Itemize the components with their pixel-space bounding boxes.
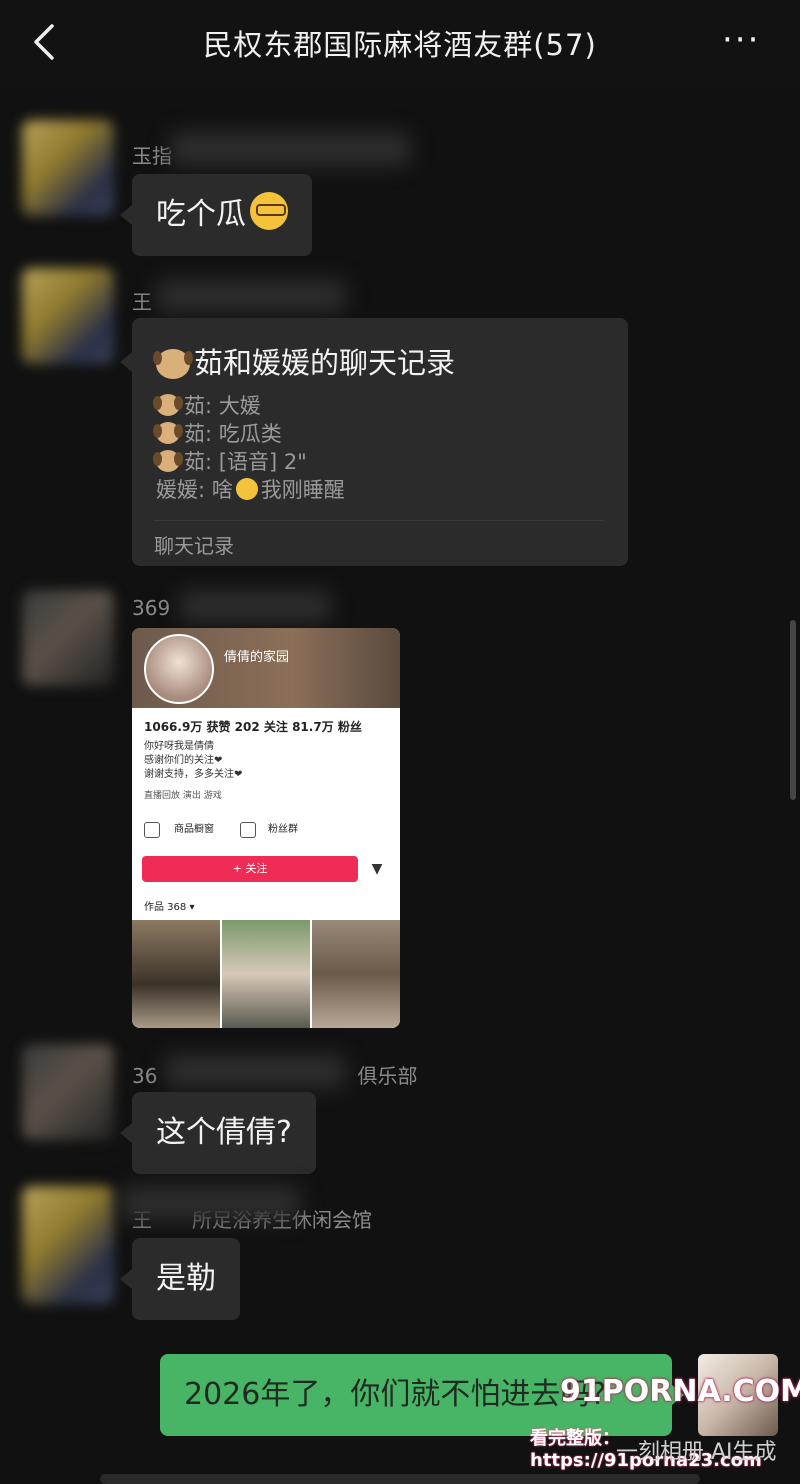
message-text: 这个倩倩? (156, 1115, 292, 1150)
avatar[interactable] (22, 590, 114, 686)
redaction-blur (156, 280, 346, 312)
fans-label: 粉丝群 (268, 824, 298, 835)
message-bubble[interactable]: 吃个瓜 (132, 174, 312, 256)
ai-generated-label: 一刻相册 AI生成 (616, 1440, 777, 1465)
avatar[interactable] (22, 1186, 114, 1304)
scrollbar[interactable] (790, 620, 796, 800)
sender-name: 369 (132, 596, 171, 620)
redaction-blur (180, 590, 330, 622)
chat-record-line: 茹: [语音] 2" (153, 446, 307, 476)
fans-icon (240, 822, 256, 838)
shop-label: 商品橱窗 (174, 824, 214, 835)
chat-record-title: 茹和媛媛的聊天记录 (153, 340, 455, 382)
profile-avatar (144, 634, 214, 704)
input-bar-edge (100, 1474, 700, 1484)
message-text: 是勒 (156, 1261, 216, 1296)
chat-title: 民权东郡国际麻将酒友群(57) (203, 28, 597, 62)
smile-emoji-icon (235, 478, 258, 500)
video-thumbnail (312, 920, 400, 1028)
more-dots-icon[interactable]: ··· (722, 20, 760, 60)
dog-emoji-icon (153, 394, 183, 416)
avatar[interactable] (22, 268, 114, 364)
sender-name: 王 (132, 290, 152, 314)
chat-record-line: 茹: 吃瓜类 (153, 418, 282, 448)
divider (154, 520, 604, 521)
dog-emoji-icon (153, 422, 183, 444)
bubble-tail (120, 1269, 132, 1289)
video-thumbnail (132, 920, 220, 1028)
shop-icon (144, 822, 160, 838)
message-bubble[interactable]: 这个倩倩? (132, 1092, 316, 1174)
follow-button: + 关注 (142, 856, 358, 882)
shared-image-card[interactable]: 倩倩的家园 1066.9万 获赞 202 关注 81.7万 粉丝 你好呀我是倩倩… (132, 628, 400, 1028)
redaction-blur (165, 1054, 345, 1088)
profile-stats: 1066.9万 获赞 202 关注 81.7万 粉丝 (144, 720, 362, 734)
avatar[interactable] (22, 1044, 114, 1140)
chat-record-footer: 聊天记录 (154, 534, 234, 558)
nerd-emoji-icon (250, 192, 288, 230)
profile-tags: 直播回放 演出 游戏 (144, 791, 222, 801)
bubble-tail (120, 1123, 132, 1143)
dog-emoji-icon (153, 349, 193, 379)
redaction-blur (170, 132, 410, 166)
message-bubble[interactable]: 是勒 (132, 1238, 240, 1320)
bubble-tail (120, 352, 132, 372)
message-text: 吃个瓜 (156, 197, 246, 232)
message-text: 2026年了，你们就不怕进去吗? (184, 1377, 607, 1412)
sender-name: 玉指 (132, 144, 172, 168)
redaction-blur (120, 1186, 300, 1220)
dropdown-arrow-icon: ▼ (371, 861, 383, 877)
video-thumbnail (222, 920, 310, 1028)
dog-emoji-icon (153, 450, 183, 472)
profile-bio: 你好呀我是倩倩 感谢你们的关注❤ 谢谢支持，多多关注❤ (144, 741, 243, 780)
chat-record-line: 茹: 大媛 (153, 390, 261, 420)
chat-record-line: 媛媛: 啥我刚睡醒 (156, 478, 345, 502)
profile-name: 倩倩的家园 (224, 650, 290, 665)
watermark-logo: 91PORNA.COM (560, 1374, 800, 1409)
works-count: 作品 368 ▾ (144, 902, 195, 913)
avatar[interactable] (22, 120, 114, 216)
bubble-tail (120, 205, 132, 225)
profile-buttons: 商品橱窗 粉丝群 (144, 818, 388, 846)
